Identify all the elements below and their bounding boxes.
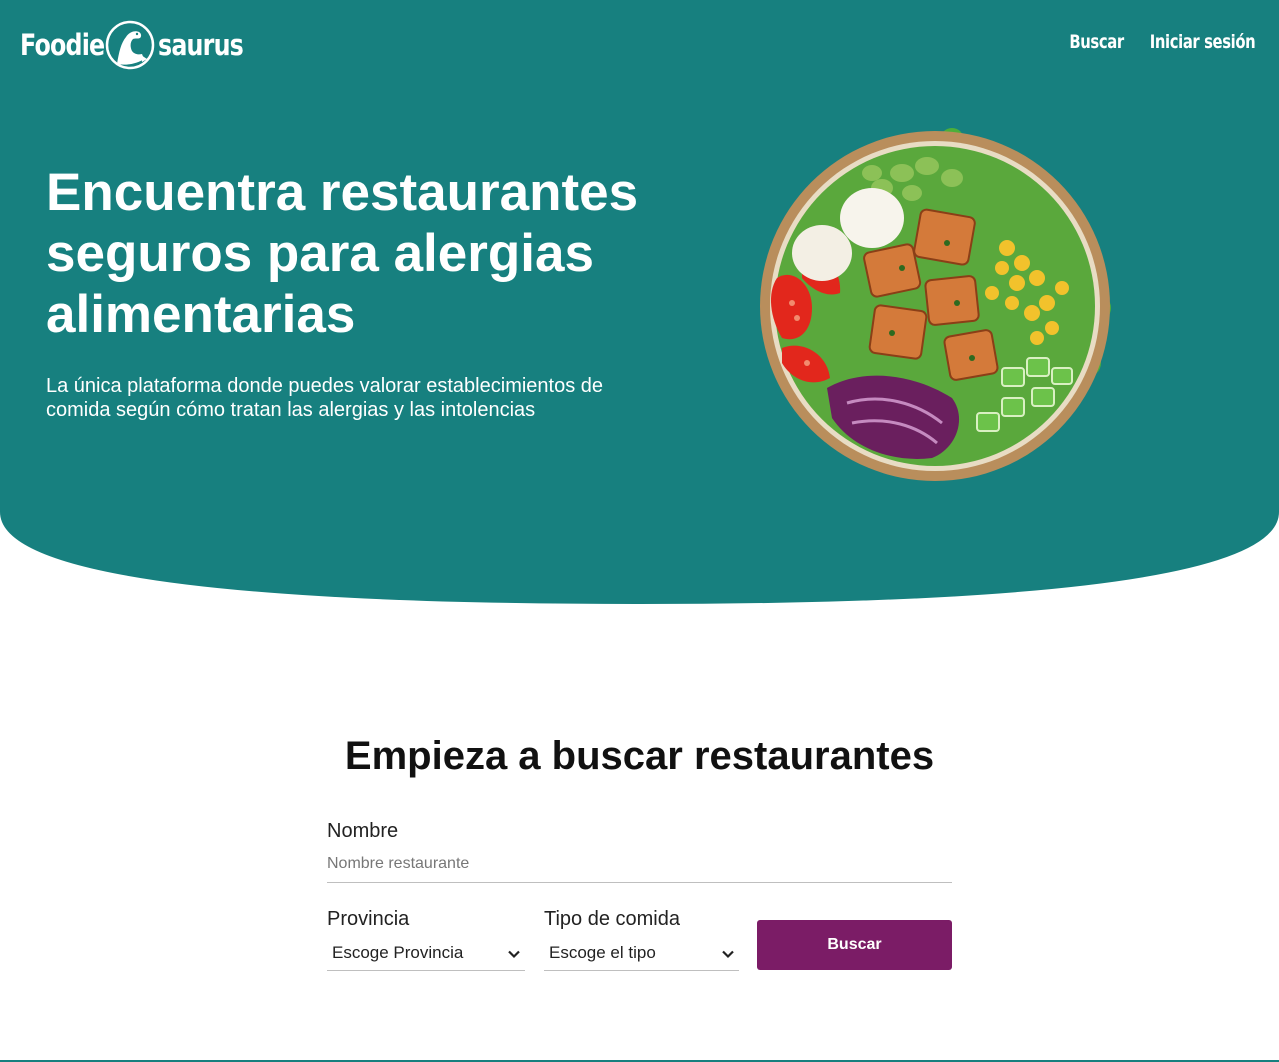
dinosaur-icon [105, 20, 155, 70]
province-select[interactable]: Escoge Provincia [327, 935, 525, 971]
province-label: Provincia [327, 908, 410, 930]
hero-section: Foodie saurus Buscar Iniciar sesión Encu… [0, 0, 1279, 604]
logo[interactable]: Foodie saurus [20, 18, 248, 72]
logo-text-saurus: saurus [158, 28, 244, 62]
name-label: Nombre [327, 820, 399, 842]
province-select-value: Escoge Provincia [332, 942, 464, 962]
nav-link-buscar[interactable]: Buscar [1069, 30, 1124, 54]
logo-text-foodie: Foodie [20, 28, 105, 62]
search-button[interactable]: Buscar [757, 920, 952, 970]
salad-bowl-image [760, 128, 1111, 481]
search-section-title: Empieza a buscar restaurantes [344, 734, 935, 778]
hero-title: Encuentra restaurantes seguros para aler… [46, 163, 639, 344]
chevron-down-icon [508, 950, 520, 959]
food-type-select[interactable]: Escoge el tipo [544, 935, 739, 971]
hero-subtitle: La única plataforma donde puedes valorar… [46, 375, 604, 421]
food-type-label: Tipo de comida [544, 908, 680, 930]
chevron-down-icon [722, 950, 734, 959]
top-nav: Buscar Iniciar sesión [1054, 30, 1255, 54]
nav-link-iniciar-sesion[interactable]: Iniciar sesión [1149, 30, 1255, 54]
food-type-select-value: Escoge el tipo [549, 942, 656, 962]
restaurant-name-input[interactable] [327, 846, 952, 883]
